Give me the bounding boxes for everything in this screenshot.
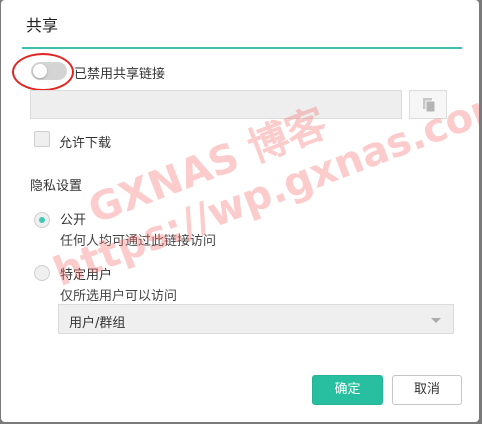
copy-icon <box>423 98 436 113</box>
public-option-description: 任何人均可通过此链接访问 <box>60 234 217 249</box>
specific-users-option-label: 特定用户 <box>60 268 113 283</box>
share-dialog: 共享 已禁用共享链接 允许下载 隐私设置 公开 任何人均可通过此链接访问 特定用… <box>1 0 479 422</box>
allow-download-checkbox[interactable] <box>34 131 50 147</box>
cancel-button[interactable]: 取消 <box>392 375 462 405</box>
copy-link-button[interactable] <box>409 90 447 119</box>
share-link-field <box>30 90 402 119</box>
user-group-select[interactable]: 用户/群组 <box>58 304 454 334</box>
user-group-select-value: 用户/群组 <box>69 316 126 331</box>
confirm-button[interactable]: 确定 <box>312 375 383 405</box>
allow-download-label: 允许下载 <box>59 136 112 151</box>
toggle-knob <box>33 64 47 78</box>
dialog-title: 共享 <box>26 16 59 35</box>
public-radio[interactable] <box>34 212 50 228</box>
specific-users-option-description: 仅所选用户可以访问 <box>60 289 178 304</box>
share-link-toggle[interactable] <box>31 62 67 80</box>
privacy-settings-title: 隐私设置 <box>30 179 83 194</box>
share-link-toggle-label: 已禁用共享链接 <box>74 67 166 82</box>
title-underline <box>22 47 462 49</box>
specific-users-radio[interactable] <box>34 265 50 281</box>
public-option-label: 公开 <box>60 213 87 228</box>
caret-down-icon <box>431 318 441 323</box>
